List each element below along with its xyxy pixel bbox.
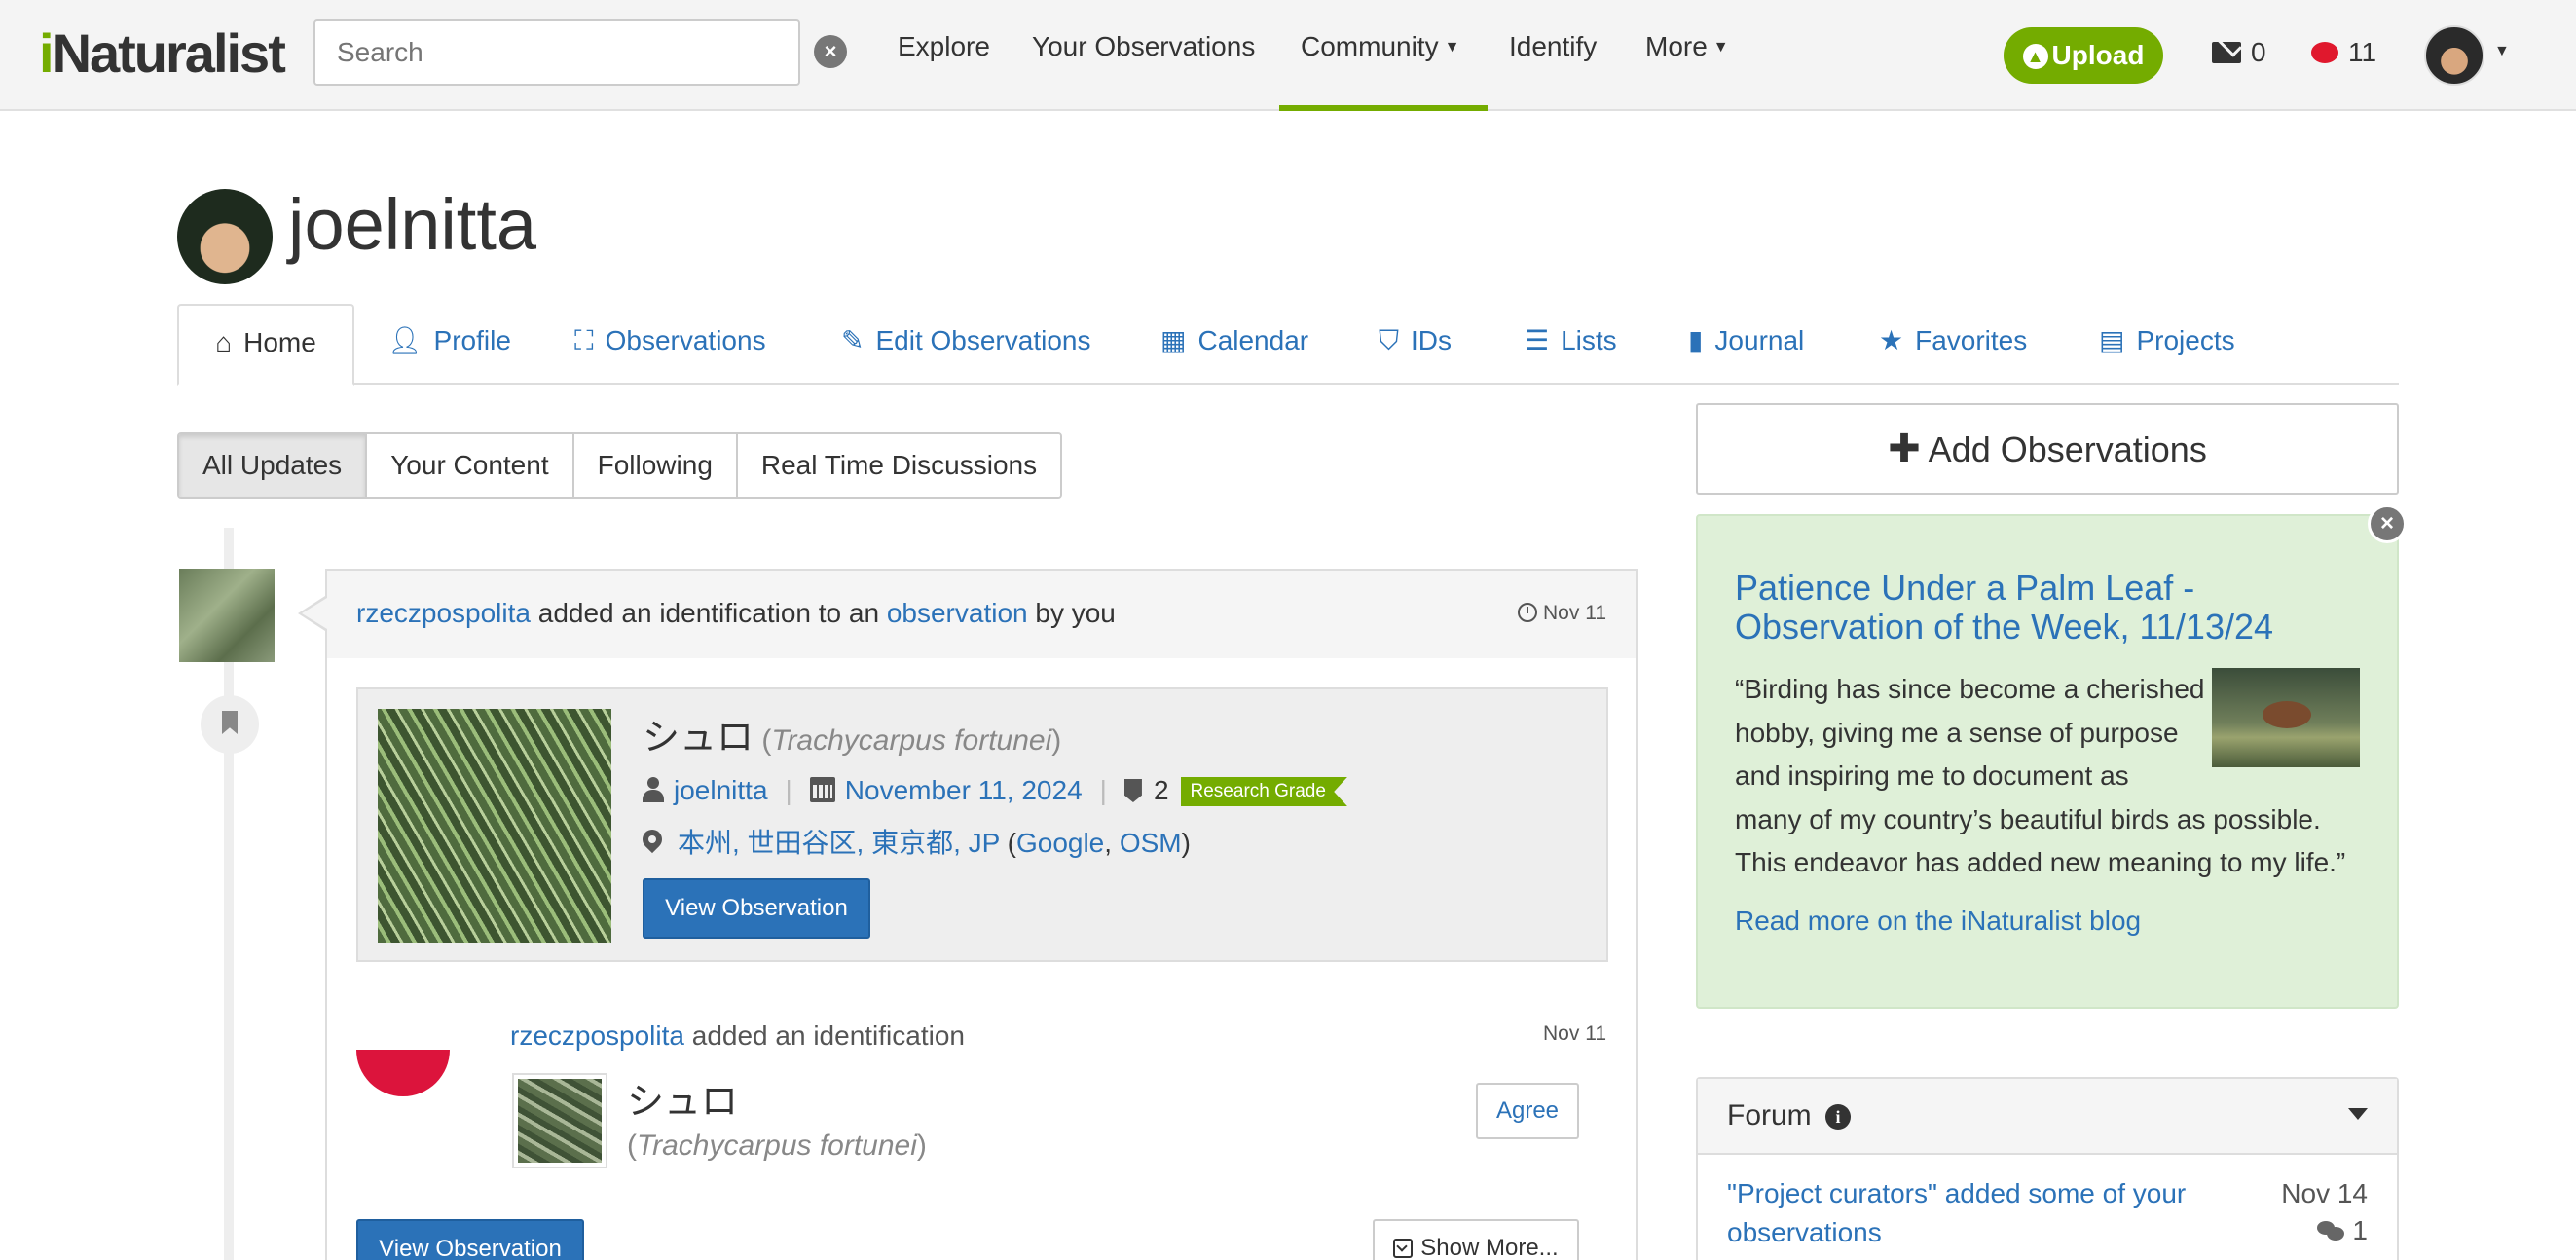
calendar-icon xyxy=(809,777,835,802)
feed-card: rzeczpospolita added an identification t… xyxy=(325,569,1638,1260)
filter-your-content[interactable]: Your Content xyxy=(367,434,574,497)
upload-button[interactable]: ▲ Upload xyxy=(2004,27,2163,84)
tab-favorites[interactable]: ★ Favorites xyxy=(1879,304,2027,384)
user-icon xyxy=(643,777,664,802)
plus-icon: ✚ xyxy=(1888,427,1921,470)
quality-grade-badge: Research Grade xyxy=(1180,777,1347,806)
forum-post-link[interactable]: "Project curators" added some of your ob… xyxy=(1727,1174,2224,1252)
tab-lists[interactable]: ☰ Lists xyxy=(1525,304,1617,384)
home-icon: ⌂ xyxy=(215,327,233,357)
forum-post-date: Nov 14 xyxy=(2281,1178,2368,1208)
otw-title-link[interactable]: Patience Under a Palm Leaf - Observation… xyxy=(1735,569,2338,647)
filter-real-time-discussions[interactable]: Real Time Discussions xyxy=(737,434,1061,497)
filter-following[interactable]: Following xyxy=(573,434,738,497)
nav-more[interactable]: More ▼ xyxy=(1645,31,1729,111)
user-avatar-menu[interactable] xyxy=(2424,25,2484,86)
messages-button[interactable]: 0 xyxy=(2212,37,2266,68)
tab-observations[interactable]: ⛶ Observations xyxy=(574,304,766,384)
star-icon: ★ xyxy=(1879,325,1904,355)
agree-button[interactable]: Agree xyxy=(1476,1083,1579,1139)
observation-summary: シュロ (Trachycarpus fortunei) joelnitta | No… xyxy=(356,687,1608,962)
info-icon[interactable]: i xyxy=(1825,1104,1852,1130)
forum-reply-count: 1 xyxy=(2317,1215,2368,1246)
observer-link[interactable]: joelnitta xyxy=(674,775,768,805)
show-more-button[interactable]: Show More... xyxy=(1373,1219,1579,1260)
speech-bubble-icon xyxy=(2311,42,2338,63)
feed-card-header: rzeczpospolita added an identification t… xyxy=(327,571,1636,658)
identification-date: Nov 11 xyxy=(1543,1022,1606,1045)
observation-photo[interactable] xyxy=(378,709,611,943)
identifier-link[interactable]: rzeczpospolita xyxy=(510,1020,684,1051)
user-icon: 👤︎ xyxy=(387,325,423,355)
binoculars-icon: ⛶ xyxy=(574,325,594,355)
otw-quote: “Birding has since become a cherished ho… xyxy=(1735,674,2346,877)
search-input[interactable] xyxy=(313,19,800,86)
book-icon: ▮ xyxy=(1688,325,1704,355)
tab-journal[interactable]: ▮ Journal xyxy=(1688,304,1804,384)
id-badge-icon: ⛉ xyxy=(1379,325,1400,355)
nav-explore[interactable]: Explore xyxy=(898,31,990,111)
otw-blog-link[interactable]: Read more on the iNaturalist blog xyxy=(1735,906,2141,937)
envelope-icon xyxy=(2212,42,2241,63)
bookmark-icon[interactable] xyxy=(201,695,259,754)
upload-arrow-icon: ▲ xyxy=(2022,44,2048,69)
card-pointer-fill xyxy=(302,598,327,629)
comments-icon xyxy=(2317,1221,2345,1241)
tab-edit-observations[interactable]: ✎ Edit Observations xyxy=(841,304,1090,384)
add-observations-button[interactable]: ✚ Add Observations xyxy=(1696,403,2399,495)
page-title: joelnitta xyxy=(288,184,537,265)
chevron-down-icon[interactable]: ▼ xyxy=(2494,43,2510,60)
nav-community[interactable]: Community ▼ xyxy=(1301,31,1459,111)
google-maps-link[interactable]: Google xyxy=(1016,828,1104,858)
observation-of-the-week-panel: Patience Under a Palm Leaf - Observation… xyxy=(1696,514,2399,1009)
nav-your-observations[interactable]: Your Observations xyxy=(1032,31,1255,111)
close-icon[interactable]: × xyxy=(2368,504,2407,543)
tab-ids[interactable]: ⛉ IDs xyxy=(1379,304,1452,384)
forum-panel: Forum i "Project curators" added some of… xyxy=(1696,1077,2399,1260)
identification-activity: rzeczpospolita added an identification xyxy=(510,1020,965,1051)
observation-link[interactable]: observation xyxy=(887,598,1028,628)
search-clear-icon[interactable]: × xyxy=(814,35,847,68)
identification-scientific-name[interactable]: (Trachycarpus fortunei) xyxy=(627,1130,927,1163)
inaturalist-logo[interactable]: iNaturalist xyxy=(39,21,286,85)
calendar-icon: ▦ xyxy=(1160,325,1187,355)
timeline-observation-thumbnail[interactable] xyxy=(179,569,275,662)
list-icon: ☰ xyxy=(1525,325,1550,355)
chevron-down-icon: ▼ xyxy=(1712,39,1729,56)
clock-icon xyxy=(1518,603,1538,622)
chevron-down-icon: ▼ xyxy=(1444,39,1460,56)
top-navbar: iNaturalist × Explore Your Observations … xyxy=(0,0,2576,111)
id-badge-icon xyxy=(1123,779,1142,802)
filter-all-updates[interactable]: All Updates xyxy=(179,434,368,497)
observation-taxon[interactable]: シュロ (Trachycarpus fortunei) xyxy=(643,707,1061,760)
observation-place: 本州, 世田谷区, 東京都, JP (Google, OSM) xyxy=(643,822,1191,861)
observation-meta: joelnitta | November 11, 2024 | 2 Research Gr… xyxy=(643,775,1347,806)
identification-common-name[interactable]: シュロ xyxy=(627,1071,738,1125)
dashboard-filter-group: All Updates Your Content Following Real … xyxy=(177,432,1063,499)
nav-active-indicator xyxy=(1279,105,1488,111)
tab-calendar[interactable]: ▦ Calendar xyxy=(1160,304,1308,384)
tab-home[interactable]: ⌂ Home xyxy=(177,304,354,386)
feed-date: Nov 11 xyxy=(1518,571,1606,656)
observed-date-link[interactable]: November 11, 2024 xyxy=(845,775,1083,805)
id-count: 2 xyxy=(1153,775,1169,805)
forum-header[interactable]: Forum i xyxy=(1698,1079,2397,1155)
tab-projects[interactable]: ▤ Projects xyxy=(2099,304,2235,384)
caret-down-icon[interactable] xyxy=(2348,1108,2368,1120)
osm-link[interactable]: OSM xyxy=(1120,828,1182,858)
taxon-thumbnail[interactable] xyxy=(512,1073,607,1168)
map-marker-icon xyxy=(643,830,662,855)
profile-avatar[interactable] xyxy=(177,189,273,284)
pencil-icon: ✎ xyxy=(841,325,865,355)
briefcase-icon: ▤ xyxy=(2099,325,2125,355)
nav-identify[interactable]: Identify xyxy=(1509,31,1597,111)
view-observation-button[interactable]: View Observation xyxy=(643,878,870,939)
place-link[interactable]: 本州, 世田谷区, 東京都, JP xyxy=(678,828,1000,858)
notifications-button[interactable]: 11 xyxy=(2311,37,2376,68)
tab-profile[interactable]: 👤︎ Profile xyxy=(387,304,511,384)
actor-link[interactable]: rzeczpospolita xyxy=(356,598,531,628)
identifier-avatar[interactable] xyxy=(356,1003,450,1096)
view-observation-button[interactable]: View Observation xyxy=(356,1219,584,1260)
expand-icon xyxy=(1393,1239,1414,1258)
